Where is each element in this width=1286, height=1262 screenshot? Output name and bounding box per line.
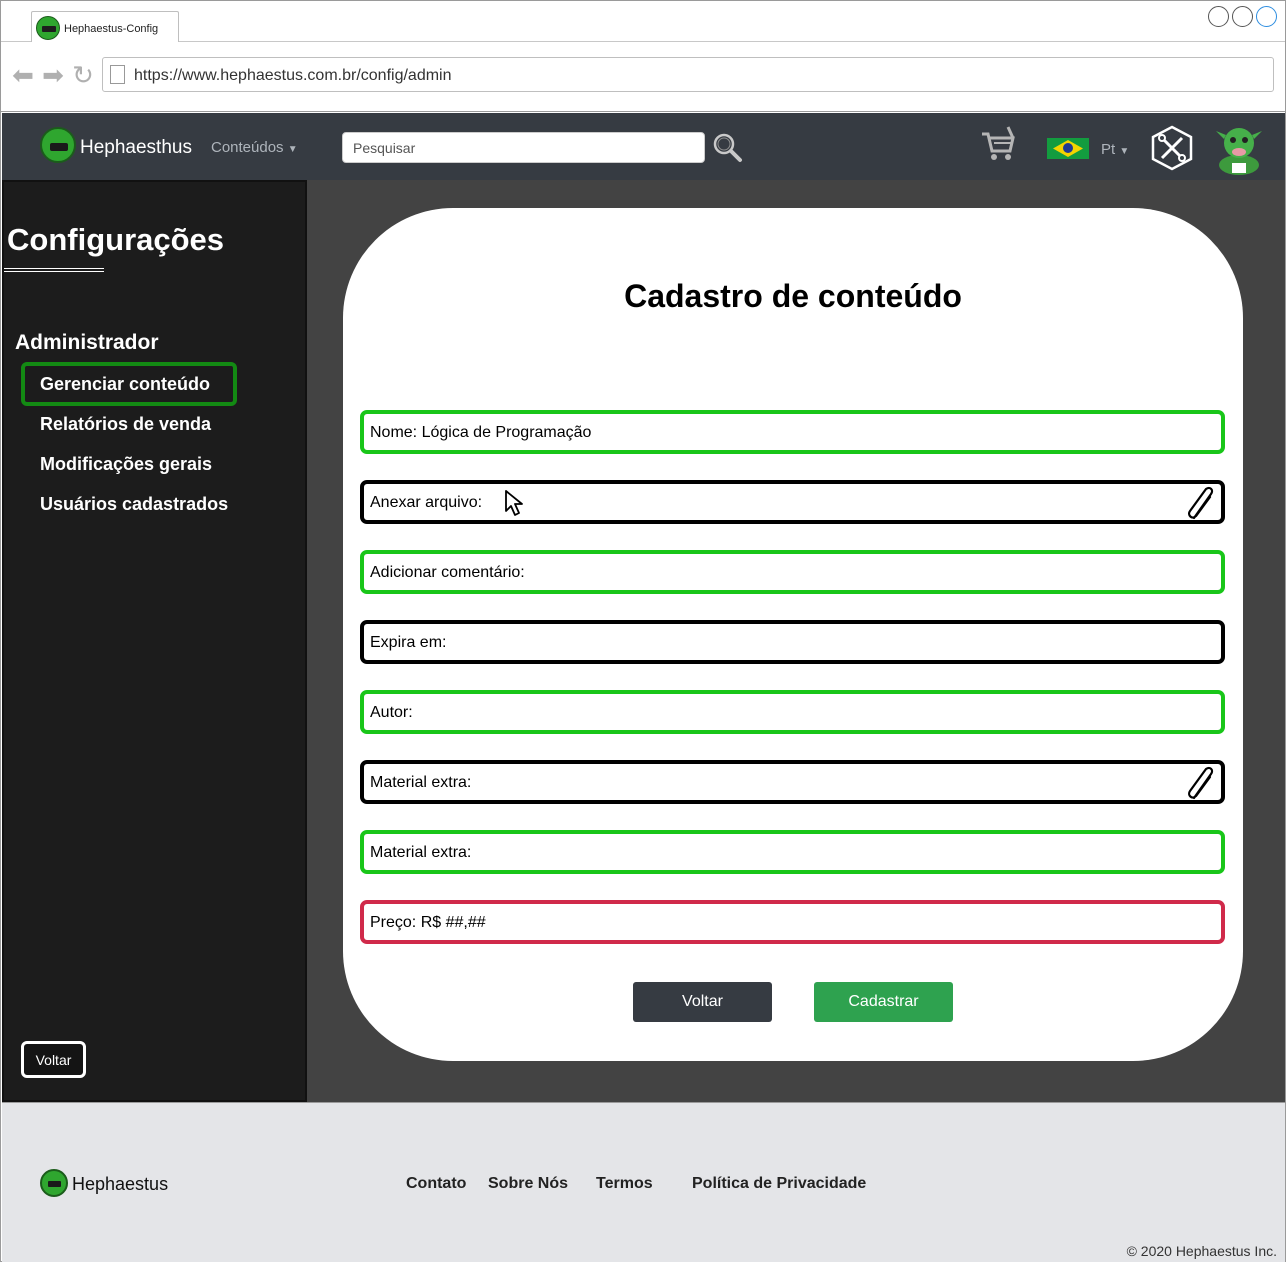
forward-arrow-icon[interactable]: ➡: [41, 62, 65, 88]
sidebar-item-gerenciar-conteudo[interactable]: Gerenciar conteúdo: [40, 374, 210, 395]
reload-icon[interactable]: ↻: [71, 62, 95, 88]
form-title: Cadastro de conteúdo: [624, 278, 962, 314]
preco-field[interactable]: Preço: R$ ##,##: [360, 900, 1225, 944]
autor-field[interactable]: Autor:: [360, 690, 1225, 734]
sidebar-back-button[interactable]: Voltar: [21, 1041, 86, 1078]
footer-link-sobre-nos[interactable]: Sobre Nós: [488, 1175, 568, 1193]
paperclip-icon[interactable]: [1185, 484, 1219, 522]
cart-icon[interactable]: [980, 125, 1016, 163]
form-card: Cadastro de conteúdo Nome: Lógica de Pro…: [343, 208, 1243, 1061]
main-content: Cadastro de conteúdo Nome: Lógica de Pro…: [307, 180, 1285, 1102]
language-dropdown[interactable]: Pt ▼: [1101, 141, 1129, 158]
minimize-button[interactable]: [1208, 6, 1229, 27]
search-input[interactable]: [342, 132, 705, 163]
footer-link-contato[interactable]: Contato: [406, 1175, 466, 1193]
material-extra-field[interactable]: Material extra:: [360, 830, 1225, 874]
sidebar-item-relatorios-de-venda[interactable]: Relatórios de venda: [40, 414, 211, 435]
nome-field[interactable]: Nome: Lógica de Programação: [360, 410, 1225, 454]
footer-link-termos[interactable]: Termos: [596, 1175, 653, 1193]
field-label: Autor:: [370, 704, 413, 721]
mouse-cursor-icon: [505, 490, 523, 516]
field-label: Adicionar comentário:: [370, 564, 525, 581]
field-label: Material extra:: [370, 844, 472, 861]
title-underline: [4, 268, 104, 272]
maximize-button[interactable]: [1232, 6, 1253, 27]
brand-logo-icon[interactable]: [40, 127, 76, 163]
sidebar-section-title: Administrador: [15, 331, 159, 354]
footer: Hephaestus Contato Sobre Nós Termos Polí…: [2, 1102, 1285, 1262]
url-input[interactable]: https://www.hephaestus.com.br/config/adm…: [102, 57, 1274, 92]
url-text: https://www.hephaestus.com.br/config/adm…: [134, 67, 452, 84]
adicionar-comentario-field[interactable]: Adicionar comentário:: [360, 550, 1225, 594]
caret-down-icon: ▼: [1119, 146, 1130, 157]
tab-title: Hephaestus-Config: [64, 23, 159, 35]
browser-tab[interactable]: Hephaestus-Config: [31, 11, 179, 43]
copyright: © 2020 Hephaestus Inc.: [1126, 1243, 1277, 1259]
user-avatar[interactable]: [1214, 121, 1264, 175]
back-button[interactable]: Voltar: [633, 982, 772, 1022]
sidebar-item-usuarios-cadastrados[interactable]: Usuários cadastrados: [40, 494, 228, 515]
anexar-arquivo-field[interactable]: Anexar arquivo:: [360, 480, 1225, 524]
field-label: Anexar arquivo:: [370, 494, 483, 511]
footer-logo-icon: [40, 1169, 68, 1197]
favicon-icon: [36, 16, 60, 40]
field-label: Preço: R$ ##,##: [370, 914, 486, 931]
field-label: Expira em:: [370, 634, 447, 651]
window-controls: [1208, 6, 1277, 27]
sidebar-title: Configurações: [7, 222, 225, 257]
browser-window: Hephaestus-Config ⬅ ➡ ↻ https://www.heph…: [0, 0, 1286, 1262]
field-label: Nome: Lógica de Programação: [370, 424, 592, 441]
footer-link-politica-de-privacidade[interactable]: Política de Privacidade: [692, 1175, 866, 1193]
footer-brand: Hephaestus: [72, 1174, 169, 1194]
sidebar: Configurações Administrador Gerenciar co…: [2, 180, 307, 1102]
page-icon: [110, 65, 125, 84]
top-navbar: Hephaesthus Conteúdos ▼ Pt ▼: [2, 113, 1285, 180]
material-extra-attach-field[interactable]: Material extra:: [360, 760, 1225, 804]
brand-name[interactable]: Hephaesthus: [80, 137, 192, 159]
tools-icon[interactable]: [1150, 125, 1194, 171]
paperclip-icon[interactable]: [1185, 764, 1219, 802]
address-bar: ⬅ ➡ ↻ https://www.hephaestus.com.br/conf…: [1, 42, 1285, 112]
search-icon[interactable]: [711, 131, 743, 163]
caret-down-icon: ▼: [287, 144, 298, 155]
conteudos-dropdown[interactable]: Conteúdos ▼: [211, 139, 298, 156]
expira-em-field[interactable]: Expira em:: [360, 620, 1225, 664]
field-label: Material extra:: [370, 774, 472, 791]
sidebar-item-modificacoes-gerais[interactable]: Modificações gerais: [40, 454, 212, 475]
brazil-flag-icon[interactable]: [1047, 138, 1089, 159]
submit-button[interactable]: Cadastrar: [814, 982, 953, 1022]
tab-bar: Hephaestus-Config: [1, 1, 1285, 43]
back-arrow-icon[interactable]: ⬅: [11, 62, 35, 88]
close-window-button[interactable]: [1256, 6, 1277, 27]
